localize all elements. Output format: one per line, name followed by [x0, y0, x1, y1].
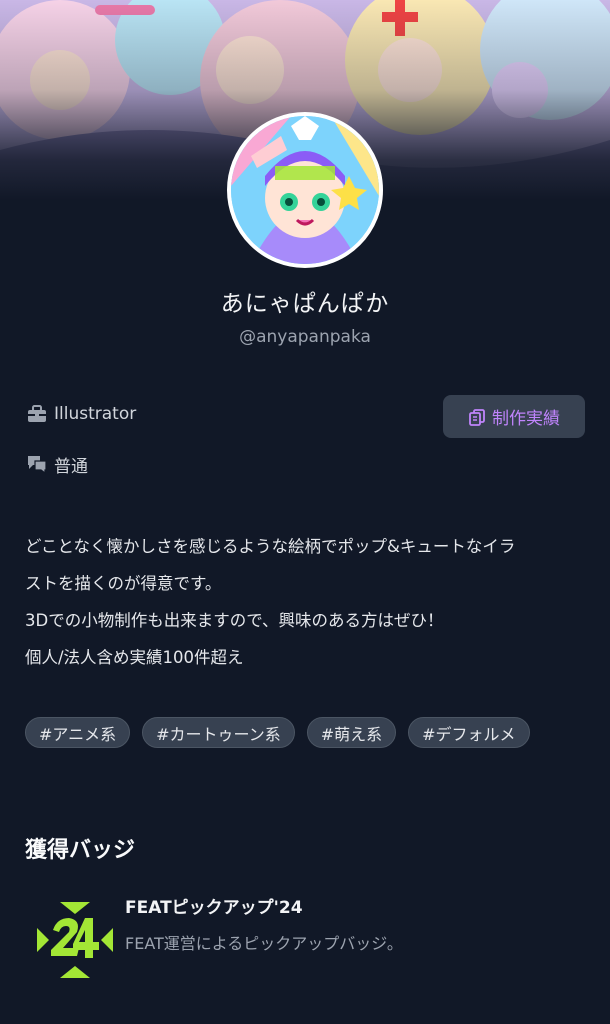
- badge-description: FEAT運営によるピックアップバッジ。: [125, 934, 403, 953]
- tag-chip[interactable]: #デフォルメ: [408, 717, 530, 748]
- chat-bubbles-icon: [26, 453, 48, 475]
- tag-chip[interactable]: #カートゥーン系: [142, 717, 295, 748]
- occupation-label: Illustrator: [54, 404, 137, 424]
- documents-icon: [468, 408, 486, 426]
- user-handle: @anyapanpaka: [239, 327, 371, 347]
- feat-pickup-badge-icon: [35, 900, 115, 980]
- avatar[interactable]: [227, 112, 383, 268]
- occupation-row: Illustrator: [26, 401, 136, 427]
- bio-line: ストを描くのが得意です。: [25, 574, 222, 593]
- bio-text: どことなく懐かしさを感じるような絵柄でポップ&キュートなイラ ストを描くのが得意…: [25, 528, 590, 676]
- response-speed-row: 普通: [26, 451, 88, 477]
- tag-list: #アニメ系 #カートゥーン系 #萌え系 #デフォルメ: [25, 717, 530, 748]
- badge-name: FEATピックアップ'24: [125, 898, 303, 918]
- briefcase-icon: [26, 403, 48, 425]
- response-speed-label: 普通: [54, 456, 88, 477]
- works-button[interactable]: 制作実績: [443, 395, 585, 438]
- works-button-label: 制作実績: [492, 409, 560, 429]
- bio-line: どことなく懐かしさを感じるような絵柄でポップ&キュートなイラ: [25, 537, 516, 556]
- bio-line: 3Dでの小物制作も出来ますので、興味のある方はぜひ！: [25, 611, 444, 630]
- tag-chip[interactable]: #萌え系: [306, 717, 397, 748]
- tag-chip[interactable]: #アニメ系: [25, 717, 131, 748]
- badges-section-title: 獲得バッジ: [25, 838, 136, 863]
- bio-line: 個人/法人含め実績100件超え: [25, 648, 244, 667]
- display-name: あにゃぱんぱか: [220, 291, 390, 317]
